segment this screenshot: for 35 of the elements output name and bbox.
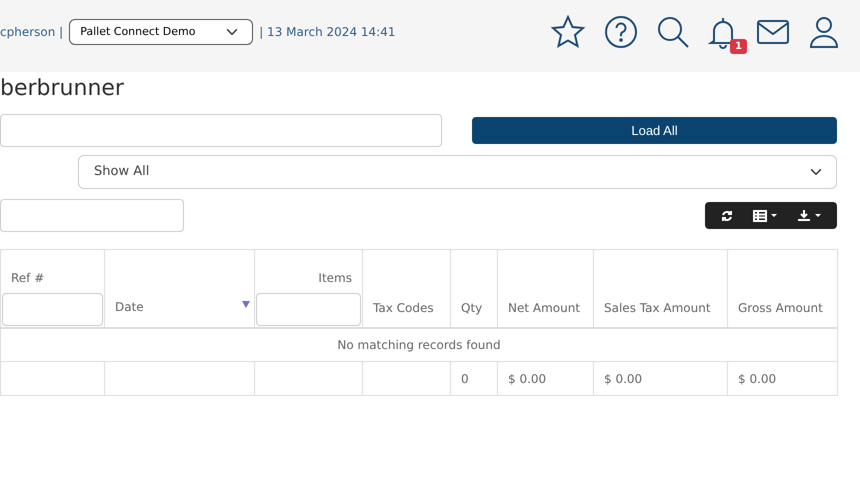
mail-icon[interactable] [756, 19, 790, 45]
search-icon[interactable] [656, 15, 690, 49]
total-cell: 0 [450, 362, 498, 396]
column-header: Net Amount [507, 300, 582, 316]
column-filter-field[interactable] [2, 292, 103, 326]
total-cell: $ 0.00 [498, 362, 594, 396]
star-icon[interactable] [550, 15, 586, 49]
column-header: Gross Amount [737, 300, 824, 316]
sort-icon[interactable] [242, 300, 250, 308]
column-header: Date [114, 298, 145, 316]
caret-icon [815, 214, 821, 217]
page-title: berbrunner [0, 76, 125, 102]
refresh-icon [721, 210, 733, 222]
company-select[interactable]: Pallet Connect Demo [69, 19, 254, 45]
filter-field[interactable] [0, 199, 184, 232]
download-icon [797, 209, 811, 222]
column-header: Qty [460, 300, 484, 316]
user-name: cpherson | [0, 24, 64, 41]
column-header: Tax Codes [372, 300, 435, 316]
notification-count: 1 [730, 39, 747, 54]
load-all-button[interactable]: Load All [472, 117, 837, 144]
empty-message: No matching records found [0, 328, 838, 362]
help-icon[interactable] [604, 15, 638, 49]
total-cell: $ 0.00 [594, 362, 728, 396]
user-icon[interactable] [808, 15, 840, 49]
column-filter-field[interactable] [256, 292, 361, 326]
search-field[interactable] [0, 114, 442, 147]
table-icon [753, 210, 767, 222]
caret-icon [771, 214, 777, 217]
date-time-text: | 13 March 2024 14:41 [259, 24, 396, 41]
column-header: Items [317, 270, 353, 286]
total-cell: $ 0.00 [728, 362, 838, 396]
status-filter-select[interactable]: Show All [78, 155, 837, 189]
column-header: Ref # [10, 270, 46, 286]
column-header: Sales Tax Amount [603, 300, 712, 316]
